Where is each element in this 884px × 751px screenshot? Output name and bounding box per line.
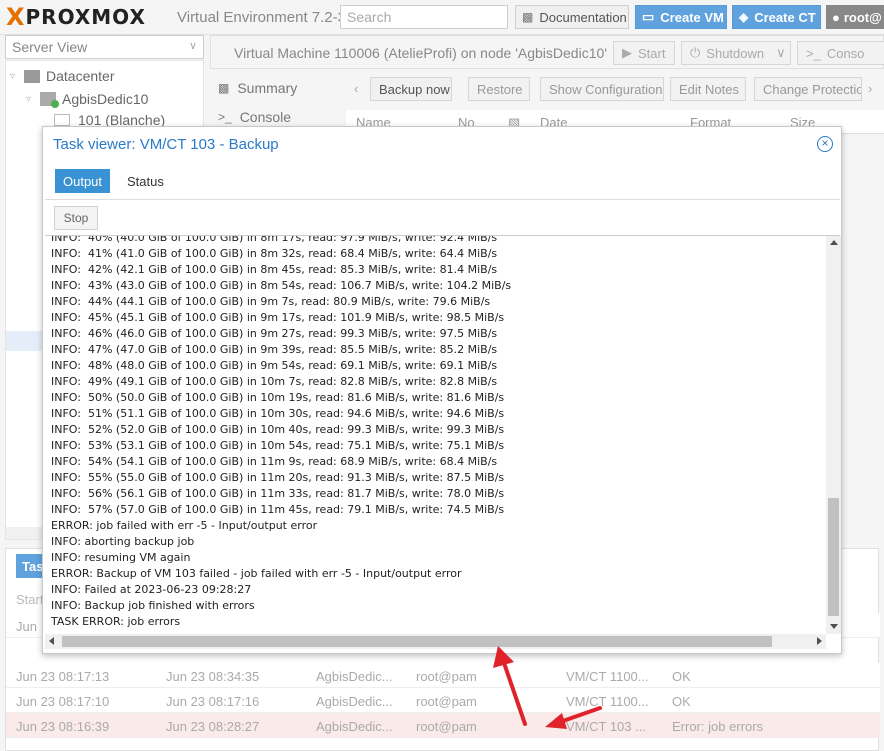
annotation-arrows	[493, 646, 602, 729]
annotation-arrow-icon	[545, 706, 602, 729]
annotation-arrow-icon	[493, 646, 527, 726]
